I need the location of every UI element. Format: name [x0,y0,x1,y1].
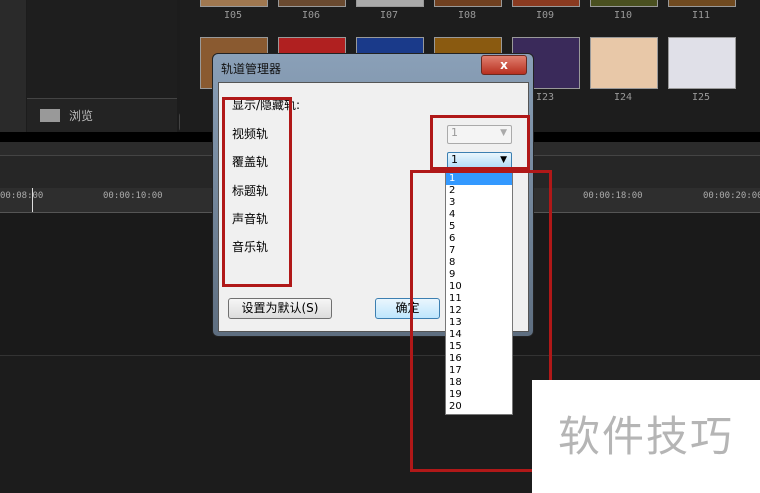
playhead[interactable] [32,188,33,212]
highlight-box [430,115,530,170]
thumbnail[interactable] [356,0,424,7]
thumb-label: I08 [457,10,477,21]
ruler-tick: 00:00:18:00 [583,191,643,201]
set-default-button[interactable]: 设置为默认(S) [228,298,332,319]
thumbnail[interactable] [278,0,346,7]
browse-button[interactable]: 浏览 [27,99,177,132]
ruler-tick: 00:00:10:00 [103,191,163,201]
thumb-label: I24 [613,92,633,103]
ruler-tick: 00:00:20:00 [703,191,760,201]
close-button[interactable]: x [481,55,527,75]
left-toolbar [0,0,26,132]
thumb-label: I10 [613,10,633,21]
dialog-title: 轨道管理器 [221,62,282,76]
thumbnail[interactable] [200,0,268,7]
thumbnail[interactable] [668,37,736,89]
ruler-tick: 00:08:00 [0,191,44,201]
thumb-label: I07 [379,10,399,21]
thumb-label: I06 [301,10,321,21]
thumbnail[interactable] [590,0,658,7]
thumb-label: I09 [535,10,555,21]
thumb-label: I11 [691,10,711,21]
thumbnail[interactable] [512,0,580,7]
thumbnail[interactable] [434,0,502,7]
watermark: 软件技巧 [532,380,760,493]
thumb-label: I25 [691,92,711,103]
thumb-label: I05 [223,10,243,21]
highlight-box [222,97,292,287]
preview-panel [27,0,177,99]
folder-icon [40,109,60,122]
highlight-box [410,170,552,472]
browse-label: 浏览 [69,109,94,123]
thumbnail[interactable] [668,0,736,7]
thumbnail[interactable] [590,37,658,89]
